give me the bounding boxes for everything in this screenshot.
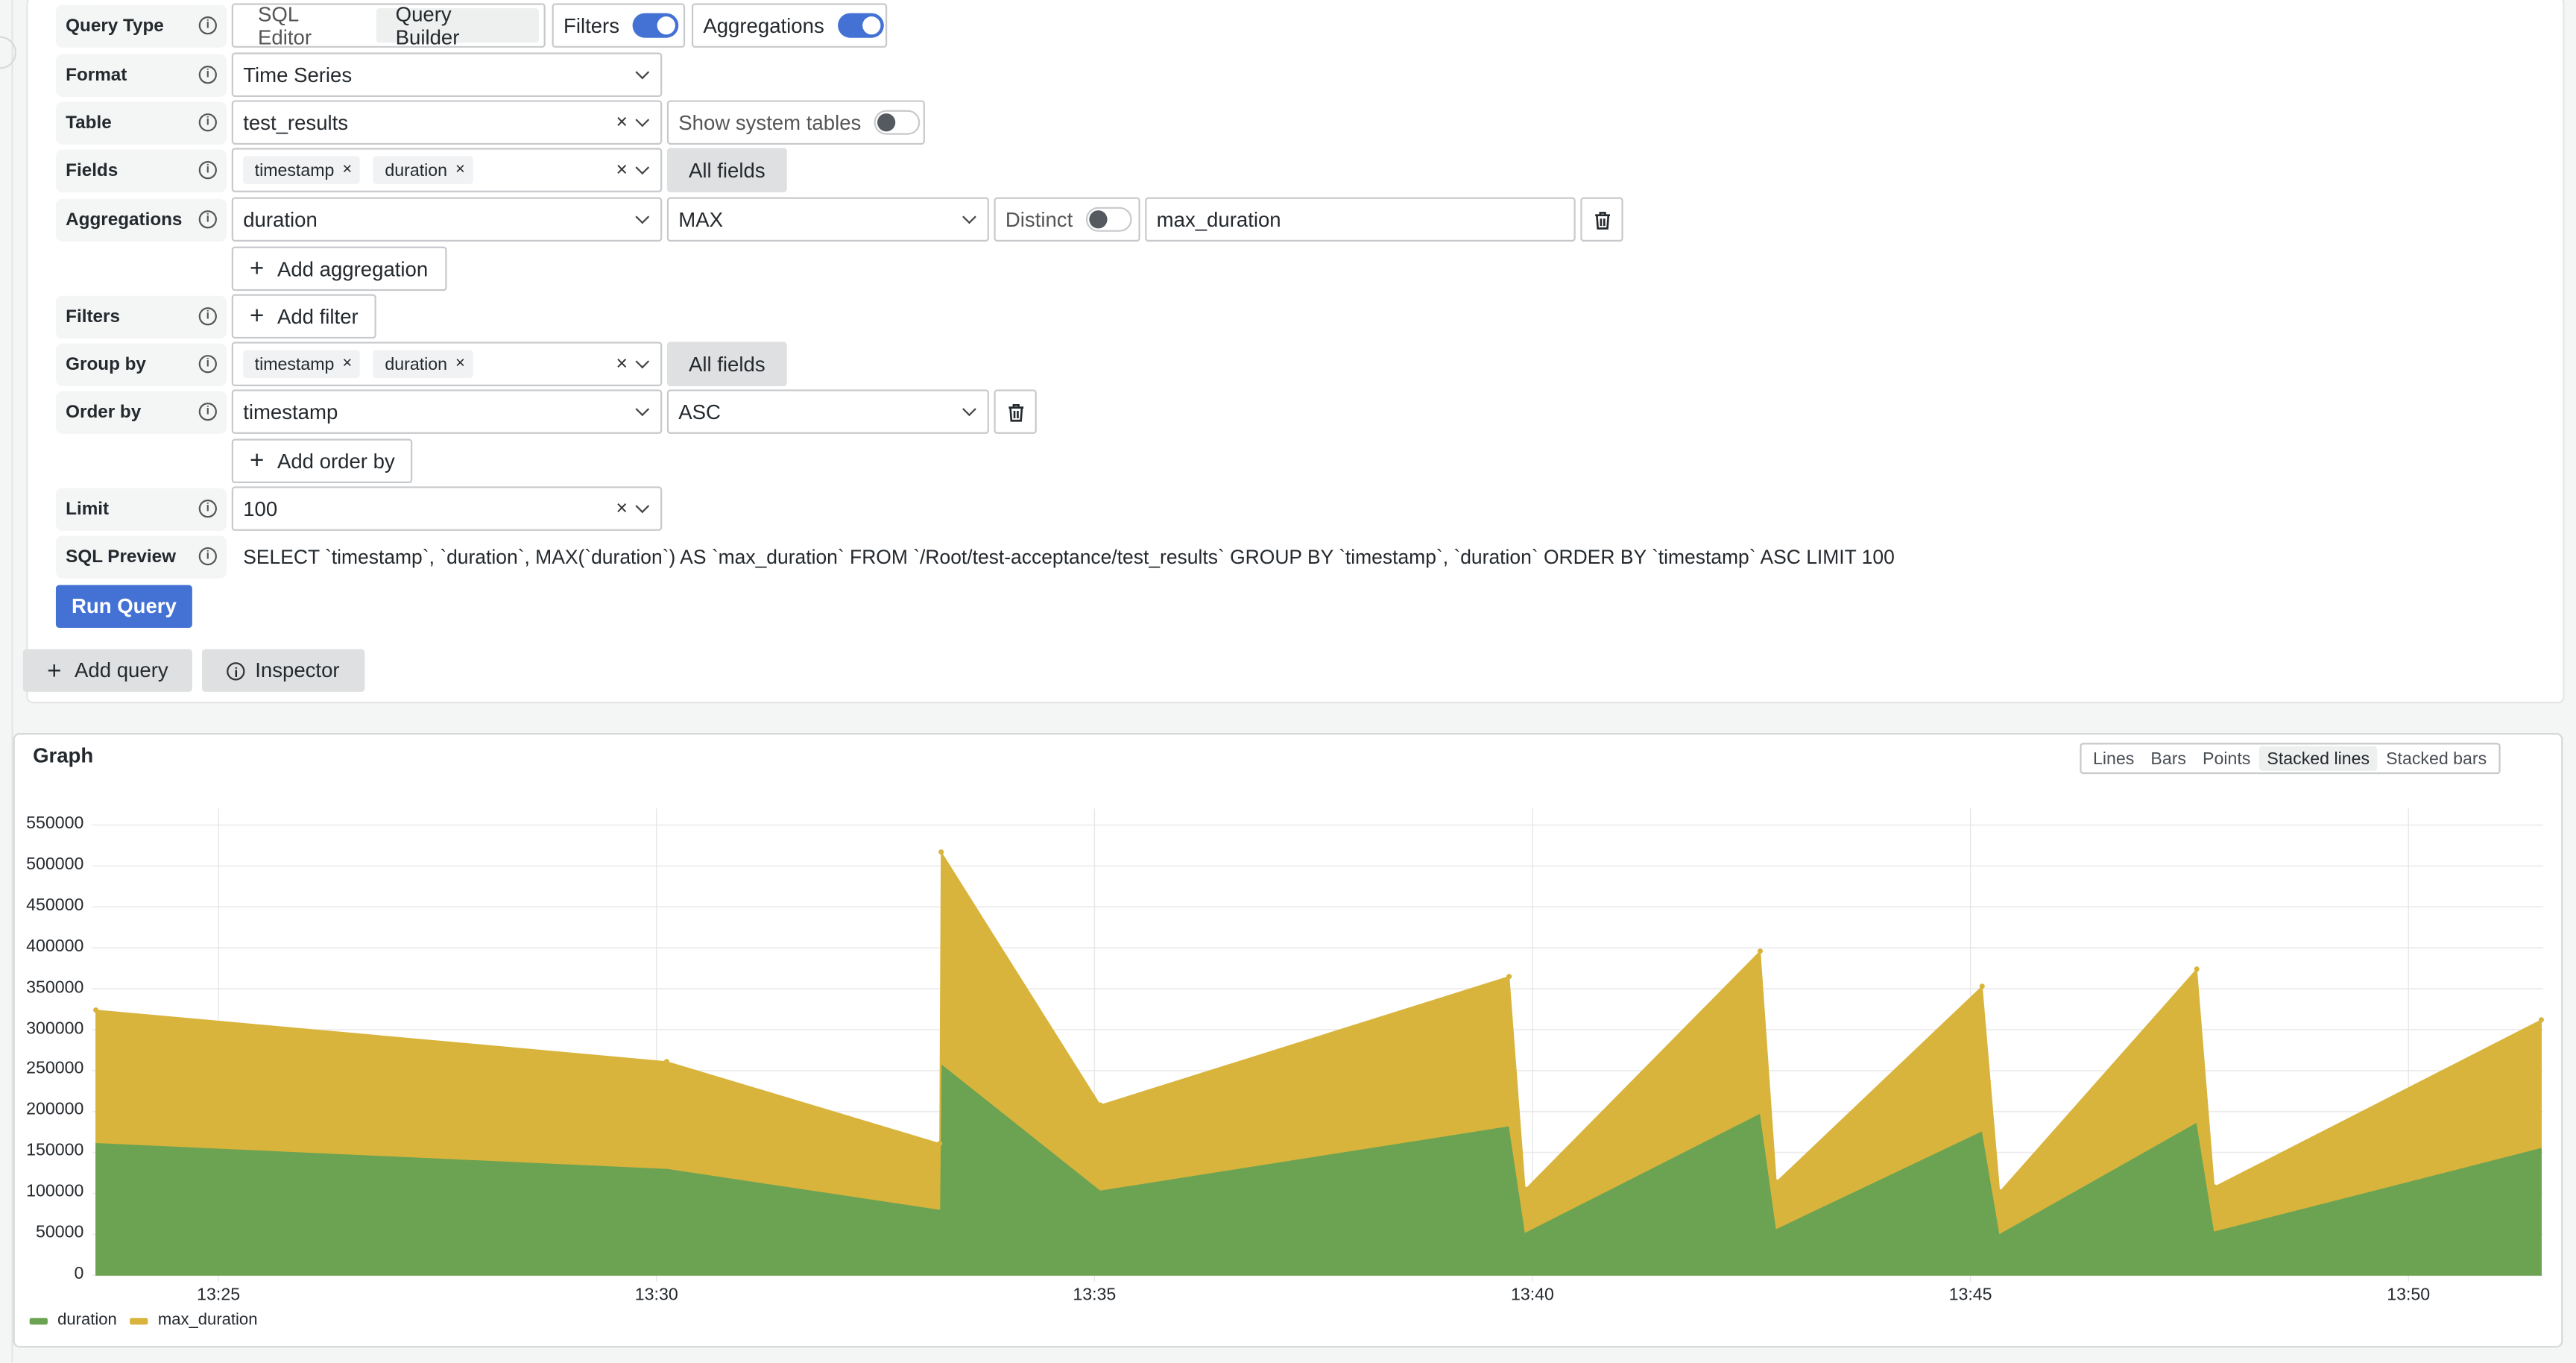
data-point-max-duration[interactable] — [1773, 1179, 1779, 1185]
data-point-max-duration[interactable] — [2194, 966, 2200, 972]
data-point-max-duration[interactable] — [2212, 1184, 2217, 1190]
data-point-max-duration[interactable] — [1522, 1186, 1528, 1192]
x-tick-label: 13:40 — [1511, 1285, 1554, 1306]
y-tick-label: 500000 — [26, 854, 84, 875]
chart-legend: duration max_duration — [29, 1312, 258, 1329]
x-tick-label: 13:30 — [634, 1285, 678, 1306]
y-tick-label: 250000 — [26, 1059, 84, 1079]
legend-swatch-duration — [29, 1317, 48, 1324]
x-tick-label: 13:50 — [2387, 1285, 2431, 1306]
y-tick-label: 550000 — [26, 813, 84, 834]
data-point-max-duration[interactable] — [937, 1141, 943, 1147]
data-point-max-duration[interactable] — [1997, 1189, 2003, 1194]
y-tick-label: 100000 — [26, 1182, 84, 1202]
y-tick-label: 450000 — [26, 895, 84, 916]
data-point-max-duration[interactable] — [1506, 974, 1512, 980]
y-tick-label: 150000 — [26, 1141, 84, 1161]
data-point-max-duration[interactable] — [2538, 1017, 2544, 1023]
stacked-area-chart — [92, 808, 2544, 1282]
y-tick-label: 50000 — [36, 1223, 84, 1243]
data-point-max-duration[interactable] — [1758, 948, 1764, 954]
legend-label-duration[interactable]: duration — [57, 1312, 117, 1329]
x-tick-label: 13:45 — [1948, 1285, 1992, 1306]
legend-swatch-max-duration — [130, 1317, 148, 1324]
data-point-max-duration[interactable] — [938, 849, 944, 855]
y-tick-label: 200000 — [26, 1100, 84, 1120]
data-point-max-duration[interactable] — [93, 1007, 99, 1013]
data-point-max-duration[interactable] — [663, 1059, 669, 1065]
legend-label-max-duration[interactable]: max_duration — [158, 1312, 258, 1329]
y-tick-label: 0 — [74, 1263, 84, 1284]
x-tick-label: 13:25 — [197, 1285, 241, 1306]
x-tick-label: 13:35 — [1073, 1285, 1117, 1306]
data-point-max-duration[interactable] — [1097, 1102, 1103, 1108]
data-point-max-duration[interactable] — [1979, 983, 1985, 989]
y-tick-label: 300000 — [26, 1018, 84, 1038]
y-tick-label: 350000 — [26, 977, 84, 998]
y-tick-label: 400000 — [26, 936, 84, 957]
